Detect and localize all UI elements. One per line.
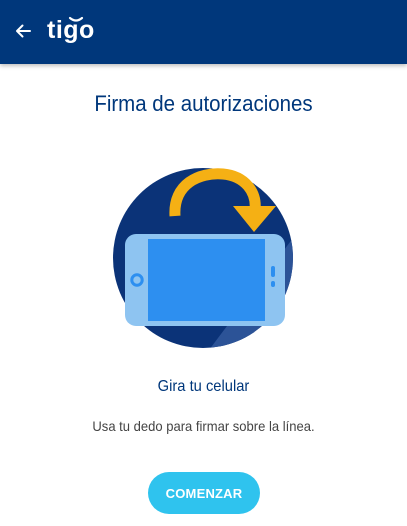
rotate-phone-icon (113, 168, 293, 348)
arrow-left-icon (16, 24, 31, 38)
rotate-phone-illustration (103, 158, 303, 358)
top-app-bar: tigo (0, 0, 407, 64)
instruction-text: Usa tu dedo para firmar sobre la línea. (92, 418, 315, 434)
back-button[interactable] (9, 17, 37, 45)
tigo-logo: tigo (47, 14, 97, 50)
app-screen: tigo Firma de autorizaciones Gira tu cel… (0, 0, 407, 526)
logo-text: tigo (47, 16, 95, 44)
instruction-heading: Gira tu celular (157, 378, 250, 395)
start-button[interactable]: COMENZAR (148, 472, 260, 514)
page-title: Firma de autorizaciones (94, 91, 313, 116)
